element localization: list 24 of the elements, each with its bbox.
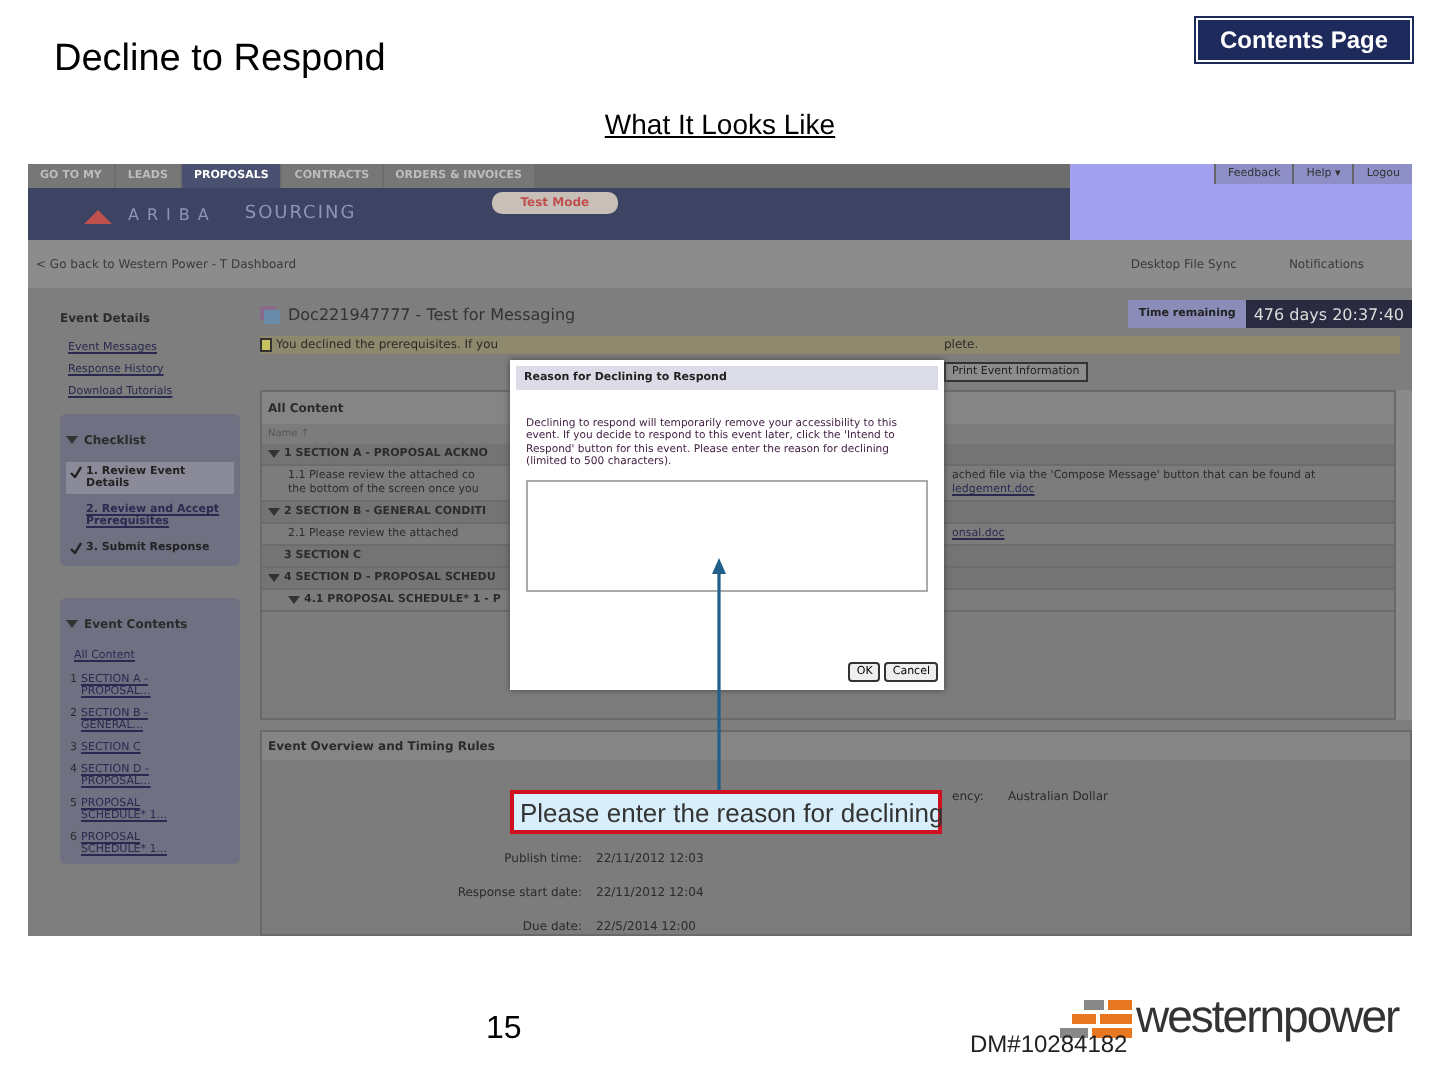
expand-triangle-icon[interactable]: [288, 596, 300, 604]
collapse-triangle-icon: [66, 619, 78, 627]
document-icon: [260, 304, 280, 324]
time-remaining-value: 476 days 20:37:40: [1245, 300, 1412, 328]
slide-title: Decline to Respond: [54, 38, 386, 82]
contents-page-button[interactable]: Contents Page: [1196, 18, 1412, 62]
section-subtitle-link[interactable]: What It Looks Like: [604, 108, 836, 140]
collapse-triangle-icon: [66, 435, 78, 443]
checkmark-icon: [70, 466, 82, 478]
reason-input-field[interactable]: [526, 480, 928, 593]
logo-bars-icon: [1060, 996, 1132, 1038]
product-name: SOURCING: [244, 204, 357, 224]
checkmark-icon: [70, 542, 82, 554]
document-number: DM#10284182: [970, 1030, 1128, 1058]
page-number: 15: [486, 1012, 522, 1048]
brand-name: ARIBA: [128, 205, 217, 223]
notice-icon: [260, 338, 272, 352]
event-title: Doc221947777 - Test for Messaging: [288, 305, 576, 323]
scrollbar[interactable]: [1396, 390, 1412, 720]
company-logo-text: westernpower: [1136, 990, 1399, 1044]
expand-triangle-icon[interactable]: [268, 508, 280, 516]
expand-triangle-icon[interactable]: [268, 450, 280, 458]
expand-triangle-icon[interactable]: [268, 574, 280, 582]
logo-mark-icon: [84, 205, 112, 223]
